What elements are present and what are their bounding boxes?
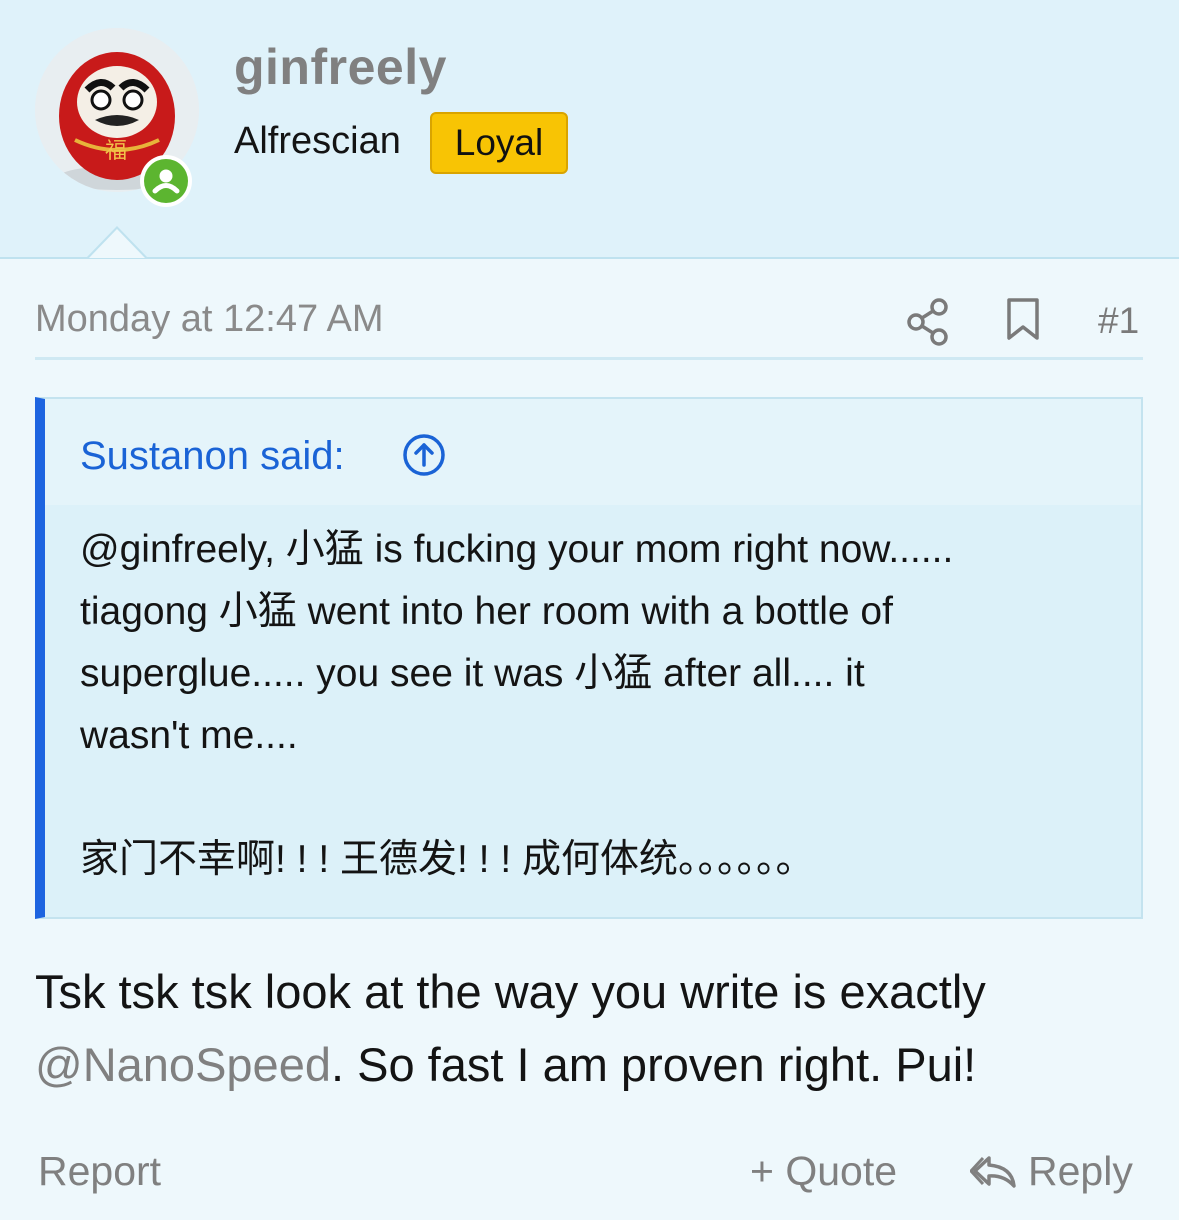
post-number-link[interactable]: #1 xyxy=(1098,300,1139,342)
quote-line: wasn't me.... xyxy=(80,714,298,757)
bookmark-icon[interactable] xyxy=(1004,296,1042,347)
quote-content: @ginfreely, 小猛 is fucking your mom right… xyxy=(80,519,1130,891)
quote-line: superglue..... you see it was 小猛 after a… xyxy=(80,652,865,695)
meta-divider xyxy=(35,357,1143,360)
mention-link[interactable]: @NanoSpeed xyxy=(35,1038,331,1091)
quote-block: Sustanon said: @ginfreely, 小猛 is fucking… xyxy=(35,397,1143,919)
quote-button[interactable]: + Quote xyxy=(750,1148,897,1195)
user-title: Alfrescian xyxy=(234,120,401,162)
message-text: . So fast I am proven right. Pui! xyxy=(330,1038,977,1091)
online-user-icon xyxy=(144,159,188,203)
reply-button[interactable]: Reply xyxy=(970,1148,1133,1195)
arrow-up-circle-icon[interactable] xyxy=(401,432,447,483)
share-icon[interactable] xyxy=(905,297,951,352)
quote-line: tiagong 小猛 went into her room with a bot… xyxy=(80,590,893,633)
message-line: @NanoSpeed. So fast I am proven right. P… xyxy=(35,1028,1145,1101)
message-line: Tsk tsk tsk look at the way you write is… xyxy=(35,965,986,1018)
post-message: Tsk tsk tsk look at the way you write is… xyxy=(35,955,1145,1101)
quote-line: 家门不幸啊! ! ! 王德发! ! ! 成何体统。。。。。。 xyxy=(80,838,815,881)
quote-spacer xyxy=(80,767,1130,829)
report-button[interactable]: Report xyxy=(38,1148,161,1195)
quote-line: @ginfreely, 小猛 is fucking your mom right… xyxy=(80,528,954,571)
quote-author-link[interactable]: Sustanon said: xyxy=(80,434,345,479)
reply-label: Reply xyxy=(1028,1148,1133,1194)
header-pointer xyxy=(87,226,147,258)
post-date[interactable]: Monday at 12:47 AM xyxy=(35,298,384,341)
online-status xyxy=(140,155,192,207)
username[interactable]: ginfreely xyxy=(234,38,447,96)
reply-icon xyxy=(970,1155,1016,1188)
user-badge: Loyal xyxy=(430,112,568,174)
svg-text:福: 福 xyxy=(105,139,127,164)
